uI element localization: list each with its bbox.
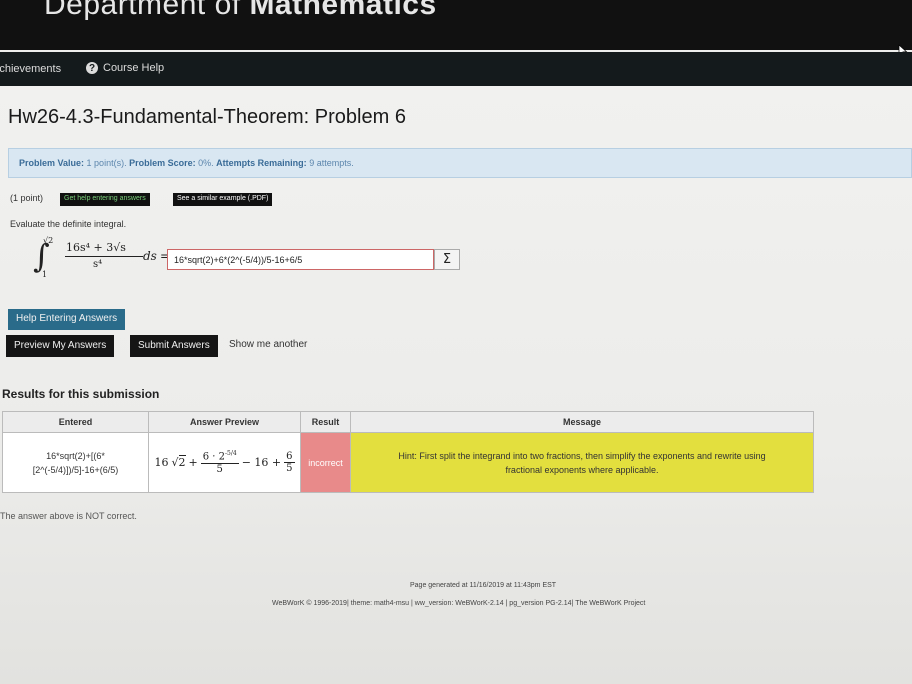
integral-upper-limit: √2 bbox=[43, 236, 54, 245]
preview-fraction-2: 6 5 bbox=[284, 450, 295, 474]
nav-course-help[interactable]: ? Course Help bbox=[86, 62, 164, 74]
footer-generated: Page generated at 11/16/2019 at 11:43pm … bbox=[410, 582, 557, 589]
header-answer-preview: Answer Preview bbox=[148, 411, 301, 433]
department-prefix: Department of bbox=[44, 0, 250, 21]
preview-denominator-1: 5 bbox=[216, 463, 223, 475]
fraction-bar bbox=[65, 256, 143, 257]
masthead: Department of Mathematics bbox=[0, 0, 912, 50]
integrand-denominator: s⁴ bbox=[93, 259, 103, 270]
help-circle-icon: ? bbox=[86, 62, 98, 74]
point-value-label: (1 point) bbox=[10, 193, 44, 203]
results-table: Entered Answer Preview Result Message 16… bbox=[2, 411, 814, 493]
hint-line-1: Hint: First split the integrand into two… bbox=[398, 450, 766, 461]
problem-value: 1 point(s). bbox=[86, 158, 127, 168]
header-result: Result bbox=[300, 411, 351, 433]
top-nav: Achievements ? Course Help bbox=[0, 52, 912, 86]
integral-lower-limit: 1 bbox=[42, 270, 48, 279]
answer-preview-cell: 16 √2 + 6 · 2-5/4 5 − 16 + 6 5 bbox=[148, 432, 301, 493]
problem-instruction: Evaluate the definite integral. bbox=[10, 219, 127, 229]
preview-answers-button[interactable]: Preview My Answers bbox=[6, 335, 115, 357]
table-row: 16*sqrt(2)+[(6* [2^(-5/4)])/5]-16+(6/5) … bbox=[2, 432, 814, 493]
header-entered: Entered bbox=[2, 411, 149, 433]
answer-preview-math: 16 √2 + 6 · 2-5/4 5 − 16 + 6 5 bbox=[154, 450, 295, 475]
header-message: Message bbox=[350, 411, 814, 433]
result-cell-incorrect: incorrect bbox=[300, 432, 351, 493]
entered-line-1: 16*sqrt(2)+[(6* bbox=[46, 450, 105, 461]
problem-status-bar: Problem Value: 1 point(s). Problem Score… bbox=[8, 148, 912, 178]
results-header-row: Entered Answer Preview Result Message bbox=[2, 411, 814, 433]
hint-line-2: fractional exponents where applicable. bbox=[505, 464, 659, 475]
attempts-label: Attempts Remaining: bbox=[216, 158, 307, 168]
results-heading: Results for this submission bbox=[2, 387, 160, 401]
problem-score-label: Problem Score: bbox=[129, 158, 196, 168]
get-help-entering-button[interactable]: Get help entering answers bbox=[60, 193, 150, 206]
show-another-link[interactable]: Show me another bbox=[229, 339, 307, 350]
similar-example-button[interactable]: See a similar example (.PDF) bbox=[173, 193, 273, 206]
answer-input[interactable] bbox=[167, 249, 434, 270]
problem-value-label: Problem Value: bbox=[19, 158, 85, 168]
hint-message-cell: Hint: First split the integrand into two… bbox=[350, 432, 814, 493]
verdict-text: The answer above is NOT correct. bbox=[0, 511, 137, 521]
department-title: Department of Mathematics bbox=[44, 0, 437, 22]
entered-cell: 16*sqrt(2)+[(6* [2^(-5/4)])/5]-16+(6/5) bbox=[2, 432, 149, 493]
help-entering-answers-button[interactable]: Help Entering Answers bbox=[8, 309, 126, 330]
integrand-numerator: 16s⁴ + 3√s bbox=[66, 241, 126, 254]
preview-coefficient: 16 bbox=[154, 455, 169, 469]
sqrt-sign: √2 bbox=[171, 454, 186, 469]
preview-plus: + bbox=[188, 455, 198, 469]
attempts-remaining: 9 attempts. bbox=[309, 158, 354, 168]
department-name: Mathematics bbox=[249, 0, 437, 21]
nav-achievements[interactable]: Achievements bbox=[0, 63, 61, 75]
preview-radicand: 2 bbox=[178, 454, 186, 469]
preview-numerator-2: 6 bbox=[284, 450, 295, 463]
page-title: Hw26-4.3-Fundamental-Theorem: Problem 6 bbox=[8, 106, 406, 128]
course-help-label: Course Help bbox=[103, 62, 165, 74]
preview-exponent: -5/4 bbox=[225, 450, 237, 458]
preview-minus-16-plus: − 16 + bbox=[241, 455, 282, 469]
footer-version: WeBWorK © 1996-2019| theme: math4-msu | … bbox=[272, 600, 646, 607]
equation-editor-button[interactable]: Σ bbox=[434, 249, 460, 270]
preview-denominator-2: 5 bbox=[286, 462, 293, 474]
preview-fraction-1: 6 · 2-5/4 5 bbox=[200, 450, 239, 475]
integral-expression: ∫ √2 1 16s⁴ + 3√s s⁴ ds = bbox=[33, 236, 173, 280]
preview-numerator-1: 6 · 2 bbox=[202, 451, 225, 463]
problem-score: 0%. bbox=[198, 158, 214, 168]
entered-line-2: [2^(-5/4)])/5]-16+(6/5) bbox=[32, 464, 119, 475]
submit-answers-button[interactable]: Submit Answers bbox=[130, 335, 218, 357]
integral-ds: ds bbox=[143, 249, 157, 263]
